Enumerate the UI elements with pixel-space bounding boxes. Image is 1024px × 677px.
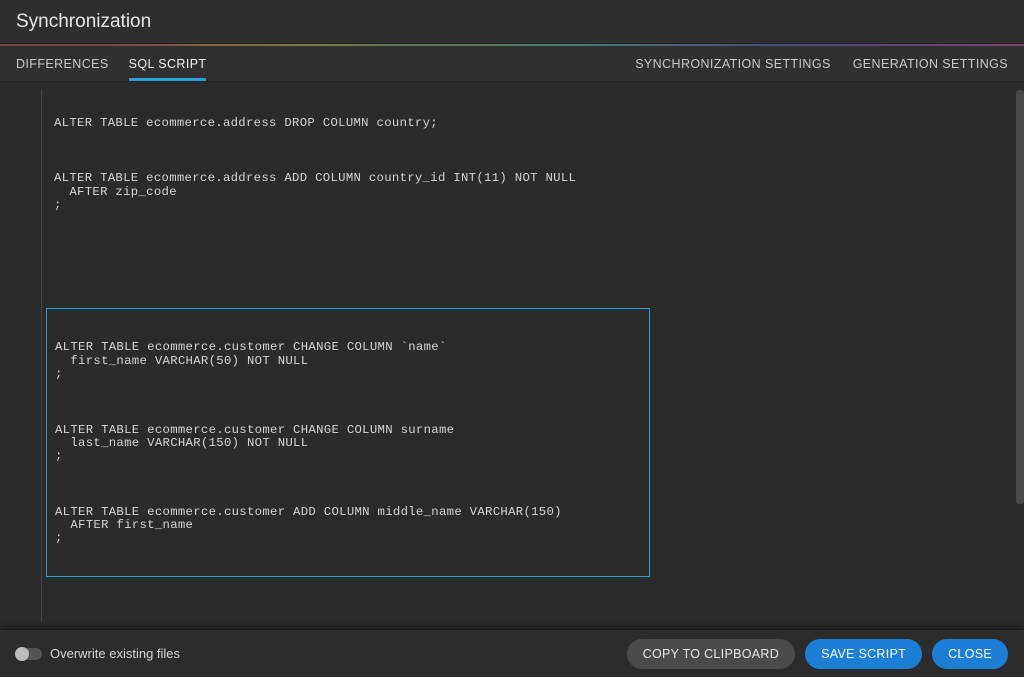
- sql-code-area[interactable]: ALTER TABLE ecommerce.address DROP COLUM…: [46, 90, 1014, 621]
- code-gutter: [14, 90, 42, 621]
- footer-bar: Overwrite existing files COPY TO CLIPBOA…: [0, 629, 1024, 677]
- sql-statement: ALTER TABLE ecommerce.address ADD COLUMN…: [46, 172, 1014, 212]
- scrollbar-track[interactable]: [1016, 90, 1024, 621]
- tabs-bar: DIFFERENCES SQL SCRIPT SYNCHRONIZATION S…: [0, 46, 1024, 82]
- close-button[interactable]: CLOSE: [932, 639, 1008, 669]
- link-generation-settings[interactable]: GENERATION SETTINGS: [853, 46, 1008, 81]
- tab-sql-script[interactable]: SQL SCRIPT: [129, 46, 207, 81]
- page-title: Synchronization: [16, 11, 151, 33]
- overwrite-label: Overwrite existing files: [50, 646, 180, 661]
- highlighted-region: 1 ALTER TABLE ecommerce.customer CHANGE …: [46, 268, 1014, 620]
- script-panel: ALTER TABLE ecommerce.address DROP COLUM…: [0, 82, 1024, 629]
- scrollbar-thumb[interactable]: [1016, 90, 1024, 504]
- sql-statement: ALTER TABLE ecommerce.address DROP COLUM…: [46, 117, 1014, 130]
- tab-differences[interactable]: DIFFERENCES: [16, 46, 109, 81]
- sql-statement: ALTER TABLE ecommerce.customer CHANGE CO…: [55, 341, 641, 381]
- overwrite-toggle[interactable]: Overwrite existing files: [16, 646, 180, 661]
- link-synchronization-settings[interactable]: SYNCHRONIZATION SETTINGS: [635, 46, 831, 81]
- save-script-button[interactable]: SAVE SCRIPT: [805, 639, 922, 669]
- toggle-track[interactable]: [16, 648, 42, 660]
- sql-statement: ALTER TABLE ecommerce.customer ADD COLUM…: [55, 506, 641, 546]
- copy-to-clipboard-button[interactable]: COPY TO CLIPBOARD: [627, 639, 795, 669]
- accent-stripe: [0, 44, 1024, 46]
- title-bar: Synchronization: [0, 0, 1024, 44]
- toggle-knob[interactable]: [15, 647, 29, 661]
- sql-statement: ALTER TABLE ecommerce.customer CHANGE CO…: [55, 424, 641, 464]
